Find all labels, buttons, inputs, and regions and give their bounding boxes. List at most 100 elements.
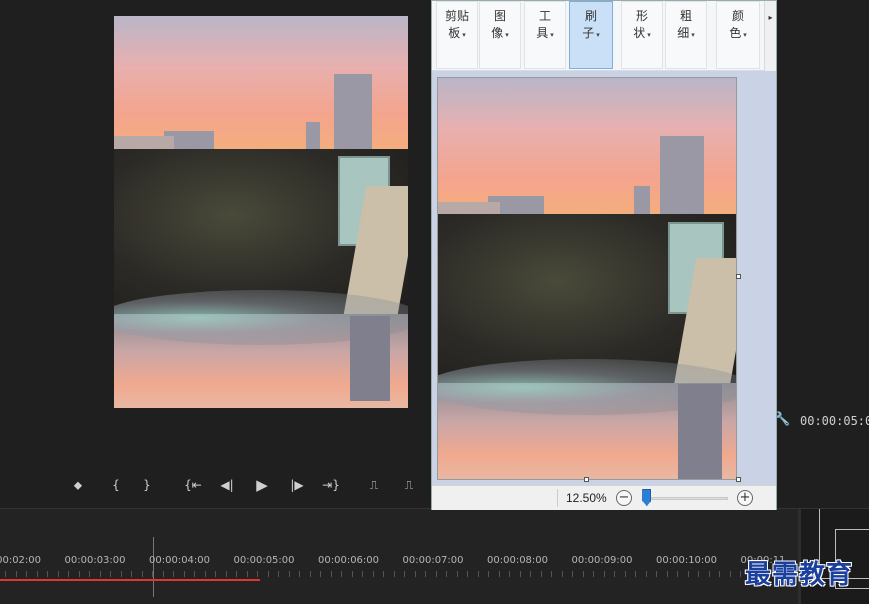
timeline-tick: [530, 571, 531, 577]
ribbon-group-clipboard[interactable]: 剪贴板 ▾: [436, 1, 478, 69]
mark-in-button[interactable]: {: [106, 476, 126, 494]
ribbon-group-label-top: 工: [538, 9, 551, 23]
go-to-in-button[interactable]: {⇤: [183, 476, 203, 494]
timeline-tick: [614, 571, 615, 577]
chevron-down-icon: ▾: [462, 31, 466, 39]
timeline-tick: [257, 571, 258, 577]
ribbon-group-brushes[interactable]: 刷子 ▾: [569, 1, 613, 69]
timeline-tick: [593, 571, 594, 577]
timeline-tick: [677, 571, 678, 577]
playhead-line[interactable]: [153, 537, 154, 597]
resize-handle-corner[interactable]: [736, 477, 741, 482]
zoom-slider[interactable]: [642, 497, 728, 500]
timeline-tick: [330, 571, 332, 577]
timeline-tick: [225, 571, 227, 577]
timeline-tick: [551, 571, 552, 577]
timeline-tick: [236, 571, 237, 577]
timeline-tick: [740, 571, 741, 577]
timecode-display: 00:00:05:0: [800, 414, 869, 428]
ribbon-group-label-text: 像: [491, 26, 504, 40]
ribbon-group-colors[interactable]: 颜色 ▾: [716, 1, 760, 69]
timeline-tick: [278, 571, 279, 577]
mark-out-button[interactable]: }: [137, 476, 157, 494]
step-forward-button[interactable]: |▶: [287, 476, 307, 494]
timeline-tick: [708, 571, 710, 577]
ribbon-group-size[interactable]: 粗细 ▾: [665, 1, 707, 69]
timeline-tick: [288, 571, 290, 577]
timeline-tick: [393, 571, 395, 577]
timeline-tick: [47, 571, 48, 577]
timeline-tick: [99, 571, 101, 577]
zoom-percentage: 12.50%: [566, 491, 607, 505]
timeline-tick: [183, 571, 185, 577]
timeline-tick: [656, 571, 657, 577]
overwrite-icon[interactable]: ⎍: [399, 476, 419, 494]
timeline-tick: [152, 571, 153, 577]
timeline-tick: [572, 571, 573, 577]
zoom-slider-thumb[interactable]: [642, 489, 652, 506]
ribbon-scroll-right-icon[interactable]: ▸: [764, 1, 776, 71]
ribbon-group-tools[interactable]: 工具 ▾: [524, 1, 566, 69]
timeline-tick: [425, 571, 426, 577]
timeline-tick: [582, 571, 584, 577]
timeline-tick: [519, 571, 521, 577]
preview-photo: [114, 16, 408, 408]
chevron-down-icon: ▾: [743, 31, 747, 39]
timeline-tick: [15, 571, 17, 577]
timeline-tick: [267, 571, 269, 577]
zoom-in-button[interactable]: +: [737, 490, 753, 506]
ribbon-group-label-text: 具: [536, 26, 549, 40]
timeline-tick: [719, 571, 720, 577]
chevron-down-icon: ▾: [596, 31, 600, 39]
timeline-tick: [561, 571, 563, 577]
ribbon-group-label-bottom: 色 ▾: [729, 25, 747, 44]
ribbon-group-label-bottom: 子 ▾: [582, 25, 600, 44]
chevron-down-icon: ▾: [505, 31, 509, 39]
ribbon-group-label-top: 粗: [679, 9, 692, 23]
ribbon-group-shapes[interactable]: 形状 ▾: [621, 1, 663, 69]
timeline-time-label: 00:00:07:00: [402, 555, 464, 566]
timeline-tick: [698, 571, 699, 577]
timeline-tick: [603, 571, 605, 577]
step-back-button[interactable]: ◀|: [217, 476, 237, 494]
timeline-time-label: 00:00:10:00: [656, 555, 718, 566]
timeline-tick: [299, 571, 300, 577]
timeline-tick: [488, 571, 489, 577]
zoom-out-button[interactable]: −: [616, 490, 632, 506]
work-area-bar[interactable]: [0, 579, 260, 581]
insert-icon[interactable]: ⎍: [364, 476, 384, 494]
timeline-tick: [729, 571, 731, 577]
timeline-time-label: 00:00:03:00: [64, 555, 126, 566]
ribbon-group-label-top: 颜: [731, 9, 744, 23]
ribbon-group-label-text: 子: [582, 26, 595, 40]
resize-handle-bottom[interactable]: [584, 477, 589, 482]
paint-canvas-image[interactable]: [437, 77, 737, 480]
paint-ribbon: ▸ 剪贴板 ▾ 图像 ▾ 工具 ▾ 刷子 ▾ 形状 ▾ 粗细 ▾ 颜色 ▾: [432, 1, 776, 71]
timeline-time-label: 00:00:09:00: [571, 555, 633, 566]
timeline-tick: [246, 571, 248, 577]
chevron-down-icon: ▾: [647, 31, 651, 39]
timeline-tick: [477, 571, 479, 577]
timeline-tick: [68, 571, 69, 577]
timeline-tick: [89, 571, 90, 577]
ribbon-group-label-bottom: 细 ▾: [677, 25, 695, 44]
timeline-tick: [110, 571, 111, 577]
add-marker-icon[interactable]: ⬥: [68, 476, 88, 494]
ribbon-group-label-text: 板: [448, 26, 461, 40]
ribbon-group-image[interactable]: 图像 ▾: [479, 1, 521, 69]
ribbon-group-label-text: 状: [633, 26, 646, 40]
ribbon-group-label-top: 形: [635, 9, 648, 23]
ribbon-group-label-text: 色: [729, 26, 742, 40]
timeline-time-label: 00:00:06:00: [318, 555, 380, 566]
timeline-tick: [78, 571, 80, 577]
go-to-out-button[interactable]: ⇥}: [321, 476, 341, 494]
resize-handle-right[interactable]: [736, 274, 741, 279]
timeline-tick: [509, 571, 510, 577]
timeline-tick: [141, 571, 143, 577]
timeline-tick: [456, 571, 458, 577]
timeline-tick: [173, 571, 174, 577]
timeline-tick: [540, 571, 542, 577]
ribbon-group-label-top: 剪贴: [444, 9, 469, 23]
play-button[interactable]: ▶: [252, 476, 272, 494]
timeline-time-label: 00:00:08:00: [487, 555, 549, 566]
